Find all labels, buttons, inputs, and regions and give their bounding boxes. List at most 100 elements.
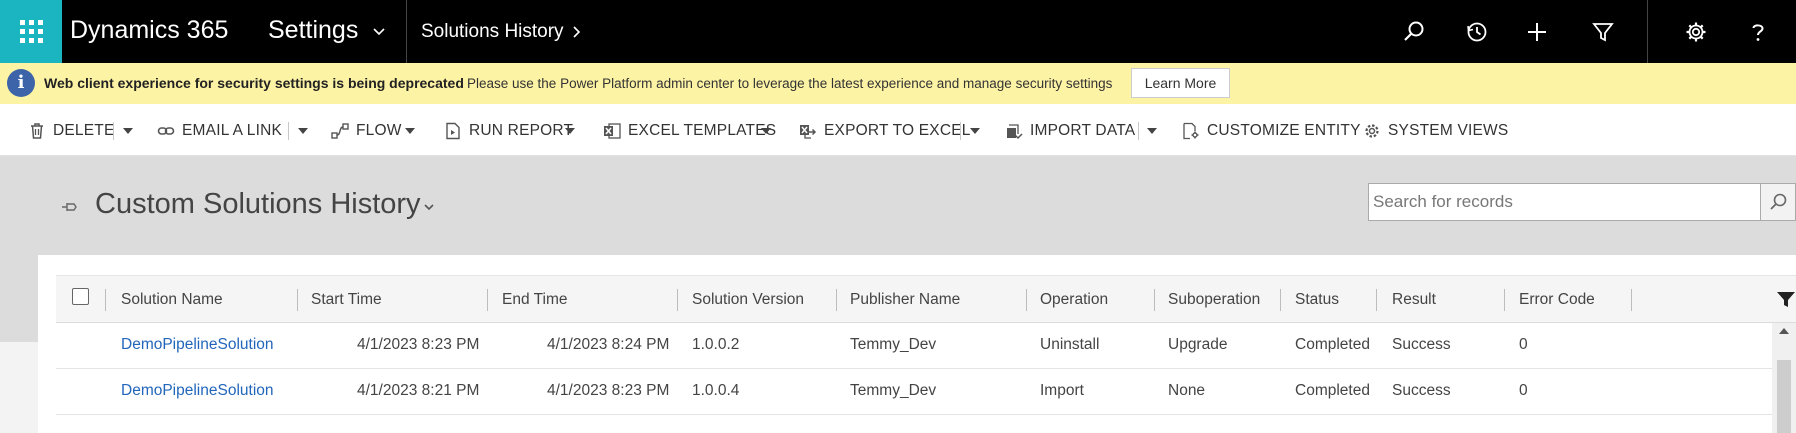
- export-excel-label: EXPORT TO EXCEL: [824, 122, 971, 139]
- scroll-thumb[interactable]: [1777, 360, 1791, 433]
- customize-entity-label: CUSTOMIZE ENTITY: [1207, 122, 1361, 139]
- app-title[interactable]: Dynamics 365: [70, 16, 228, 45]
- grid-body: DemoPipelineSolution 4/1/2023 8:23 PM 4/…: [56, 323, 1772, 433]
- column-separator: [1376, 289, 1377, 311]
- run-report-button[interactable]: RUN REPORT: [444, 120, 573, 142]
- command-separator: [1138, 122, 1139, 140]
- column-separator: [487, 289, 488, 311]
- column-header-status[interactable]: Status: [1295, 291, 1339, 309]
- run-report-dropdown-caret[interactable]: [565, 128, 575, 134]
- status-cell: Completed: [1295, 336, 1370, 353]
- customize-entity-button[interactable]: CUSTOMIZE ENTITY: [1182, 120, 1361, 142]
- help-icon[interactable]: [1746, 20, 1770, 44]
- solution-name-link[interactable]: DemoPipelineSolution: [121, 336, 274, 354]
- top-nav-bar: Dynamics 365 Settings Solutions History: [0, 0, 1796, 63]
- column-separator: [1026, 289, 1027, 311]
- column-header-result[interactable]: Result: [1392, 291, 1436, 309]
- excel-icon: [604, 123, 621, 139]
- area-selector[interactable]: Settings: [268, 16, 358, 45]
- column-separator: [1631, 289, 1632, 311]
- table-row[interactable]: DemoPipelineSolution 4/1/2023 8:21 PM 4/…: [56, 369, 1772, 415]
- delete-button[interactable]: DELETE: [28, 120, 115, 142]
- solution-version-cell: 1.0.0.4: [692, 382, 740, 399]
- flow-icon: [331, 123, 349, 139]
- publisher-name-cell: Temmy_Dev: [850, 382, 937, 399]
- banner-message: Please use the Power Platform admin cent…: [467, 76, 1113, 91]
- command-separator: [288, 122, 289, 140]
- system-views-button[interactable]: SYSTEM VIEWS: [1363, 120, 1508, 142]
- column-header-suboperation[interactable]: Suboperation: [1168, 291, 1260, 309]
- chevron-down-icon[interactable]: [423, 201, 435, 213]
- export-excel-button[interactable]: EXPORT TO EXCEL: [799, 120, 971, 142]
- column-separator: [836, 289, 837, 311]
- start-time-cell: 4/1/2023 8:21 PM: [357, 382, 480, 399]
- chevron-down-icon[interactable]: [372, 25, 386, 39]
- delete-dropdown-caret[interactable]: [123, 128, 133, 134]
- app-launcher-button[interactable]: [0, 0, 62, 63]
- excel-templates-button[interactable]: EXCEL TEMPLATES: [603, 120, 776, 142]
- error-code-cell: 0: [1519, 382, 1528, 399]
- chevron-right-icon[interactable]: [570, 25, 584, 39]
- vertical-scrollbar[interactable]: [1772, 323, 1796, 433]
- excel-templates-dropdown-caret[interactable]: [761, 128, 771, 134]
- result-cell: Success: [1392, 382, 1451, 399]
- start-time-cell: 4/1/2023 8:23 PM: [357, 336, 480, 353]
- gear-icon[interactable]: [1684, 20, 1708, 44]
- status-cell: Completed: [1295, 382, 1370, 399]
- import-data-dropdown-caret[interactable]: [1147, 128, 1157, 134]
- system-views-label: SYSTEM VIEWS: [1388, 122, 1509, 139]
- column-separator: [1280, 289, 1281, 311]
- deprecation-banner: i Web client experience for security set…: [0, 63, 1796, 104]
- select-all-checkbox[interactable]: [72, 288, 89, 305]
- search-input[interactable]: [1368, 183, 1761, 221]
- column-header-publisher-name[interactable]: Publisher Name: [850, 291, 960, 309]
- delete-label: DELETE: [53, 122, 115, 139]
- result-cell: Success: [1392, 336, 1451, 353]
- flow-dropdown-caret[interactable]: [405, 128, 415, 134]
- breadcrumb[interactable]: Solutions History: [421, 21, 564, 43]
- excel-templates-label: EXCEL TEMPLATES: [628, 122, 777, 139]
- flow-label: FLOW: [356, 122, 402, 139]
- suboperation-cell: Upgrade: [1168, 336, 1228, 353]
- solution-name-link[interactable]: DemoPipelineSolution: [121, 382, 274, 400]
- column-header-start-time[interactable]: Start Time: [311, 291, 382, 309]
- learn-more-button[interactable]: Learn More: [1131, 68, 1230, 98]
- search-icon: [1770, 193, 1787, 210]
- waffle-icon: [19, 20, 43, 43]
- import-data-label: IMPORT DATA: [1030, 122, 1136, 139]
- recent-history-icon[interactable]: [1465, 20, 1489, 44]
- email-link-dropdown-caret[interactable]: [298, 128, 308, 134]
- column-header-solution-name[interactable]: Solution Name: [121, 291, 223, 309]
- email-link-button[interactable]: EMAIL A LINK: [157, 120, 282, 142]
- column-header-end-time[interactable]: End Time: [502, 291, 567, 309]
- import-data-button[interactable]: IMPORT DATA: [1005, 120, 1135, 142]
- column-header-solution-version[interactable]: Solution Version: [692, 291, 804, 309]
- info-icon: i: [7, 69, 35, 97]
- command-bar: DELETE EMAIL A LINK FLOW RUN REPORT EXCE…: [0, 104, 1796, 156]
- gear-icon: [1365, 124, 1379, 138]
- filter-icon[interactable]: [1776, 291, 1796, 309]
- column-header-error-code[interactable]: Error Code: [1519, 291, 1595, 309]
- export-excel-dropdown-caret[interactable]: [970, 128, 980, 134]
- operation-cell: Import: [1040, 382, 1084, 399]
- search-button[interactable]: [1761, 183, 1796, 221]
- filter-icon[interactable]: [1591, 20, 1615, 44]
- link-icon: [157, 127, 175, 135]
- nav-divider: [406, 0, 407, 63]
- pin-icon[interactable]: [61, 200, 79, 214]
- email-link-label: EMAIL A LINK: [182, 122, 283, 139]
- export-excel-icon: [800, 125, 817, 139]
- operation-cell: Uninstall: [1040, 336, 1100, 353]
- column-separator: [105, 289, 106, 311]
- report-icon: [446, 122, 460, 140]
- search-icon[interactable]: [1402, 20, 1426, 44]
- nav-divider: [1647, 0, 1648, 63]
- scroll-up-arrow[interactable]: [1779, 328, 1789, 334]
- table-row[interactable]: DemoPipelineSolution 4/1/2023 8:23 PM 4/…: [56, 323, 1772, 369]
- column-header-operation[interactable]: Operation: [1040, 291, 1108, 309]
- flow-button[interactable]: FLOW: [331, 120, 402, 142]
- banner-title: Web client experience for security setti…: [44, 75, 464, 91]
- customize-icon: [1183, 122, 1199, 140]
- plus-icon[interactable]: [1525, 20, 1549, 44]
- view-selector-title[interactable]: Custom Solutions History: [95, 188, 421, 221]
